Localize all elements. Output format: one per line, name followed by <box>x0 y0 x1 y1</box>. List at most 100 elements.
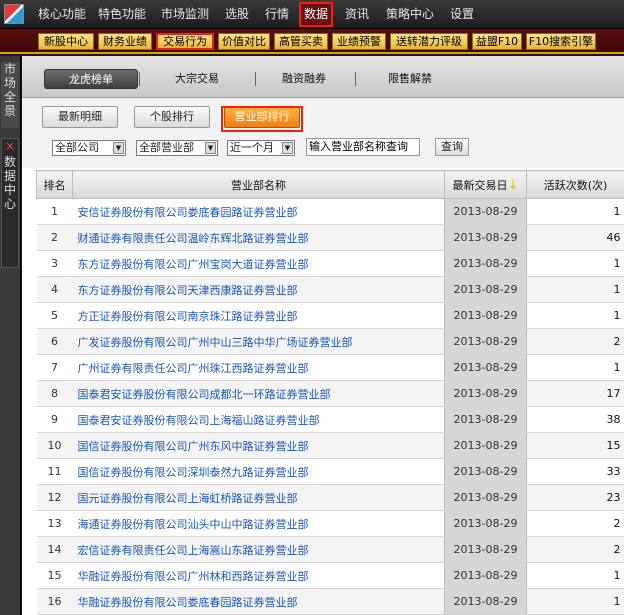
branch-ranking-table: 排名 营业部名称 最新交易日↓ 活跃次数(次) 1 安信证券股份有限公司娄底春园路… <box>36 170 624 615</box>
menu-item-settings[interactable]: 设置 <box>450 0 474 29</box>
cell-active-count: 1 <box>526 562 624 589</box>
menu-item-features[interactable]: 特色功能 <box>98 0 146 29</box>
cell-active-count: 33 <box>526 458 624 485</box>
cell-branch-name[interactable]: 宏信证券有限责任公司上海嵩山东路证券营业部 <box>72 536 445 563</box>
dropdown-arrow-icon[interactable]: ▼ <box>282 142 293 154</box>
branch-select[interactable]: 全部营业部 ▼ <box>136 140 218 156</box>
cell-branch-name[interactable]: 华融证券股份有限公司娄底春园路证券营业部 <box>72 588 445 615</box>
table-row[interactable]: 7 广州证券有限责任公司广州珠江西路证券营业部 2013-08-29 1 <box>36 354 624 381</box>
submenu-f10-search[interactable]: F10搜索引擎 <box>526 33 596 50</box>
submenu-insider-trades[interactable]: 高管买卖 <box>274 33 328 50</box>
side-tab-data-center-label: 数据中心 <box>3 155 16 211</box>
period-select[interactable]: 近一个月 ▼ <box>227 140 295 156</box>
submenu-financials[interactable]: 财务业绩 <box>98 33 152 50</box>
table-row[interactable]: 4 东方证券股份有限公司天津西康路证券营业部 2013-08-29 1 <box>36 276 624 303</box>
table-row[interactable]: 15 华融证券股份有限公司广州林和西路证券营业部 2013-08-29 1 <box>36 562 624 589</box>
table-row[interactable]: 9 国泰君安证券股份有限公司上海福山路证券营业部 2013-08-29 38 <box>36 406 624 433</box>
cell-latest-date: 2013-08-29 <box>444 458 527 485</box>
cell-branch-name[interactable]: 东方证券股份有限公司广州宝岗大道证券营业部 <box>72 250 445 277</box>
dropdown-arrow-icon[interactable]: ▼ <box>113 142 124 154</box>
header-rank[interactable]: 排名 <box>36 170 73 199</box>
table-row[interactable]: 1 安信证券股份有限公司娄底春园路证券营业部 2013-08-29 1 <box>36 198 624 225</box>
menu-item-strategy[interactable]: 策略中心 <box>386 0 434 29</box>
menu-item-quotes[interactable]: 行情 <box>265 0 289 29</box>
table-header-row: 排名 营业部名称 最新交易日↓ 活跃次数(次) <box>36 170 624 199</box>
cell-active-count: 1 <box>526 276 624 303</box>
branch-search-input[interactable]: 输入营业部名称查询 <box>306 138 420 156</box>
cell-active-count: 1 <box>526 250 624 277</box>
submenu-earnings-warning[interactable]: 业绩预警 <box>332 33 386 50</box>
cell-latest-date: 2013-08-29 <box>444 302 527 329</box>
cell-branch-name[interactable]: 国泰君安证券股份有限公司成都北一环路证券营业部 <box>72 380 445 407</box>
submenu-value-compare[interactable]: 价值对比 <box>218 33 270 50</box>
cell-active-count: 15 <box>526 432 624 459</box>
tab-block-trade[interactable]: 大宗交易 <box>154 69 240 89</box>
header-branch-name[interactable]: 营业部名称 <box>72 170 445 199</box>
cell-active-count: 1 <box>526 354 624 381</box>
cell-branch-name[interactable]: 国泰君安证券股份有限公司上海福山路证券营业部 <box>72 406 445 433</box>
cell-branch-name[interactable]: 财通证券有限责任公司温岭东辉北路证券营业部 <box>72 224 445 251</box>
submenu-bonus-potential[interactable]: 送转潜力评级 <box>390 33 468 50</box>
table-row[interactable]: 14 宏信证券有限责任公司上海嵩山东路证券营业部 2013-08-29 2 <box>36 536 624 563</box>
subtab-latest-detail[interactable]: 最新明细 <box>42 106 118 128</box>
cell-branch-name[interactable]: 广州证券有限责任公司广州珠江西路证券营业部 <box>72 354 445 381</box>
table-row[interactable]: 10 国信证券股份有限公司广州东风中路证券营业部 2013-08-29 15 <box>36 432 624 459</box>
tab-lockup-expiry[interactable]: 限售解禁 <box>372 69 448 89</box>
cell-branch-name[interactable]: 国元证券股份有限公司上海虹桥路证券营业部 <box>72 484 445 511</box>
cell-latest-date: 2013-08-29 <box>444 250 527 277</box>
cell-latest-date: 2013-08-29 <box>444 328 527 355</box>
menu-item-monitor[interactable]: 市场监测 <box>161 0 209 29</box>
sort-down-icon: ↓ <box>507 177 519 193</box>
table-row[interactable]: 6 广发证券股份有限公司广州中山三路中华广场证券营业部 2013-08-29 2 <box>36 328 624 355</box>
cell-branch-name[interactable]: 方正证券股份有限公司南京珠江路证券营业部 <box>72 302 445 329</box>
cell-active-count: 23 <box>526 484 624 511</box>
cell-branch-name[interactable]: 国信证券股份有限公司广州东风中路证券营业部 <box>72 432 445 459</box>
submenu-yimeng-f10[interactable]: 益盟F10 <box>472 33 522 50</box>
cell-rank: 14 <box>36 536 73 563</box>
app-logo-icon <box>4 4 24 24</box>
cell-branch-name[interactable]: 华融证券股份有限公司广州林和西路证券营业部 <box>72 562 445 589</box>
subtab-stock-ranking[interactable]: 个股排行 <box>134 106 210 128</box>
cell-latest-date: 2013-08-29 <box>444 406 527 433</box>
menu-item-core[interactable]: 核心功能 <box>38 0 86 29</box>
side-tab-market-overview[interactable]: 市场全景 <box>1 62 19 128</box>
tab-dragon-tiger[interactable]: 龙虎榜单 <box>44 69 138 89</box>
cell-branch-name[interactable]: 国信证券股份有限公司深圳泰然九路证券营业部 <box>72 458 445 485</box>
cell-latest-date: 2013-08-29 <box>444 354 527 381</box>
cell-rank: 15 <box>36 562 73 589</box>
table-row[interactable]: 2 财通证券有限责任公司温岭东辉北路证券营业部 2013-08-29 46 <box>36 224 624 251</box>
cell-active-count: 38 <box>526 406 624 433</box>
menu-item-stockpick[interactable]: 选股 <box>225 0 249 29</box>
filter-area: 最新明细 个股排行 营业部排行 <box>22 98 624 168</box>
cell-rank: 16 <box>36 588 73 615</box>
menu-item-news[interactable]: 资讯 <box>345 0 369 29</box>
branch-select-value: 全部营业部 <box>139 141 194 154</box>
submenu-new-stock[interactable]: 新股中心 <box>38 33 94 50</box>
cell-latest-date: 2013-08-29 <box>444 380 527 407</box>
cell-branch-name[interactable]: 安信证券股份有限公司娄底春园路证券营业部 <box>72 198 445 225</box>
cell-branch-name[interactable]: 海通证券股份有限公司汕头中山中路证券营业部 <box>72 510 445 537</box>
cell-latest-date: 2013-08-29 <box>444 198 527 225</box>
header-active-count[interactable]: 活跃次数(次) <box>526 170 624 199</box>
dropdown-arrow-icon[interactable]: ▼ <box>205 142 216 154</box>
side-tab-data-center[interactable]: × 数据中心 <box>1 138 19 268</box>
close-icon[interactable]: × <box>2 139 18 153</box>
tab-margin-trading[interactable]: 融资融券 <box>266 69 342 89</box>
company-select[interactable]: 全部公司 ▼ <box>52 140 126 156</box>
cell-branch-name[interactable]: 东方证券股份有限公司天津西康路证券营业部 <box>72 276 445 303</box>
table-row[interactable]: 12 国元证券股份有限公司上海虹桥路证券营业部 2013-08-29 23 <box>36 484 624 511</box>
cell-branch-name[interactable]: 广发证券股份有限公司广州中山三路中华广场证券营业部 <box>72 328 445 355</box>
cell-active-count: 1 <box>526 588 624 615</box>
query-button[interactable]: 查询 <box>435 138 469 156</box>
table-row[interactable]: 16 华融证券股份有限公司娄底春园路证券营业部 2013-08-29 1 <box>36 588 624 615</box>
cell-latest-date: 2013-08-29 <box>444 536 527 563</box>
table-row[interactable]: 3 东方证券股份有限公司广州宝岗大道证券营业部 2013-08-29 1 <box>36 250 624 277</box>
table-row[interactable]: 13 海通证券股份有限公司汕头中山中路证券营业部 2013-08-29 2 <box>36 510 624 537</box>
table-row[interactable]: 5 方正证券股份有限公司南京珠江路证券营业部 2013-08-29 1 <box>36 302 624 329</box>
table-row[interactable]: 11 国信证券股份有限公司深圳泰然九路证券营业部 2013-08-29 33 <box>36 458 624 485</box>
left-side-bar: 市场全景 × 数据中心 <box>0 56 21 615</box>
table-row[interactable]: 8 国泰君安证券股份有限公司成都北一环路证券营业部 2013-08-29 17 <box>36 380 624 407</box>
header-latest-date[interactable]: 最新交易日↓ <box>444 170 527 199</box>
menu-item-data[interactable]: 数据 <box>299 2 334 27</box>
submenu-trading-behavior[interactable]: 交易行为 <box>156 33 214 50</box>
